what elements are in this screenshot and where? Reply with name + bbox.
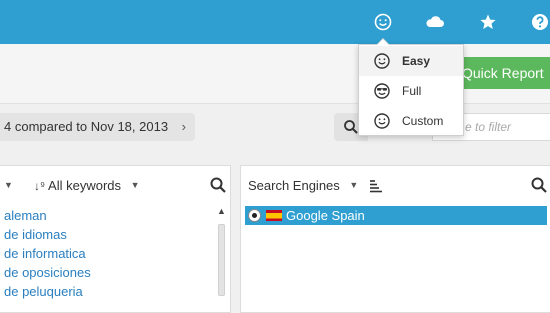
sunglasses-smiley-icon — [374, 83, 390, 99]
table-row[interactable]: Google Spain — [245, 206, 547, 225]
sort-lines-icon[interactable] — [369, 179, 383, 193]
menu-item-label: Easy — [402, 54, 431, 68]
search-icon[interactable] — [530, 176, 548, 194]
list-item[interactable]: de peluqueria — [0, 282, 215, 301]
menu-item-label: Custom — [402, 114, 444, 128]
search-icon — [344, 120, 358, 134]
list-item[interactable]: de idiomas — [0, 225, 215, 244]
dropdown-pointer-fill — [377, 39, 389, 45]
smiley-icon — [374, 113, 390, 129]
scrollbar[interactable]: ▲ — [215, 206, 227, 313]
smiley-icon — [374, 53, 390, 69]
search-engines-panel: Search Engines ▼ Google Spain — [240, 165, 550, 313]
list-item[interactable]: aleman — [0, 206, 215, 225]
search-engines-label: Search Engines — [248, 178, 340, 193]
menu-item-easy[interactable]: Easy — [359, 46, 463, 76]
star-icon[interactable] — [477, 11, 499, 33]
spain-flag-icon — [266, 210, 282, 221]
smiley-icon[interactable] — [372, 11, 394, 33]
top-bar — [0, 0, 550, 44]
chevron-right-icon: › — [181, 119, 186, 134]
search-icon[interactable] — [209, 176, 227, 194]
chevron-down-icon: ▼ — [130, 180, 140, 190]
scrollbar-thumb[interactable] — [218, 224, 225, 296]
menu-item-custom[interactable]: Custom — [359, 106, 463, 136]
mode-dropdown-menu: Easy Full Custom — [358, 44, 464, 136]
keyword-sort-label: All keywords — [48, 178, 122, 193]
chevron-down-icon: ▼ — [349, 180, 359, 190]
chevron-down-icon: ▼ — [4, 180, 13, 190]
help-icon[interactable] — [529, 11, 550, 33]
date-range-selector[interactable]: 4 compared to Nov 18, 2013 › — [0, 113, 195, 141]
search-engines-dropdown[interactable]: Search Engines ▼ — [248, 178, 358, 193]
radio-button[interactable] — [248, 209, 261, 222]
menu-item-full[interactable]: Full — [359, 76, 463, 106]
scroll-up-icon[interactable]: ▲ — [217, 206, 226, 216]
keywords-collapse-toggle[interactable]: ▼ — [4, 178, 13, 193]
engine-name: Google Spain — [286, 208, 365, 223]
cloud-icon[interactable] — [424, 11, 446, 33]
keywords-panel: ▼ ↓⁹ All keywords ▼ aleman de idiomas de… — [0, 165, 231, 313]
list-item[interactable]: de oposiciones — [0, 263, 215, 282]
quick-report-button[interactable]: Quick Report — [452, 57, 550, 89]
sort-numeric-icon: ↓⁹ — [34, 179, 46, 193]
list-item[interactable]: de informatica — [0, 244, 215, 263]
keyword-sort-dropdown[interactable]: ↓⁹ All keywords ▼ — [34, 178, 140, 193]
menu-item-label: Full — [402, 84, 422, 98]
date-range-label: 4 compared to Nov 18, 2013 — [4, 119, 169, 134]
keyword-list: aleman de idiomas de informatica de opos… — [0, 206, 215, 301]
